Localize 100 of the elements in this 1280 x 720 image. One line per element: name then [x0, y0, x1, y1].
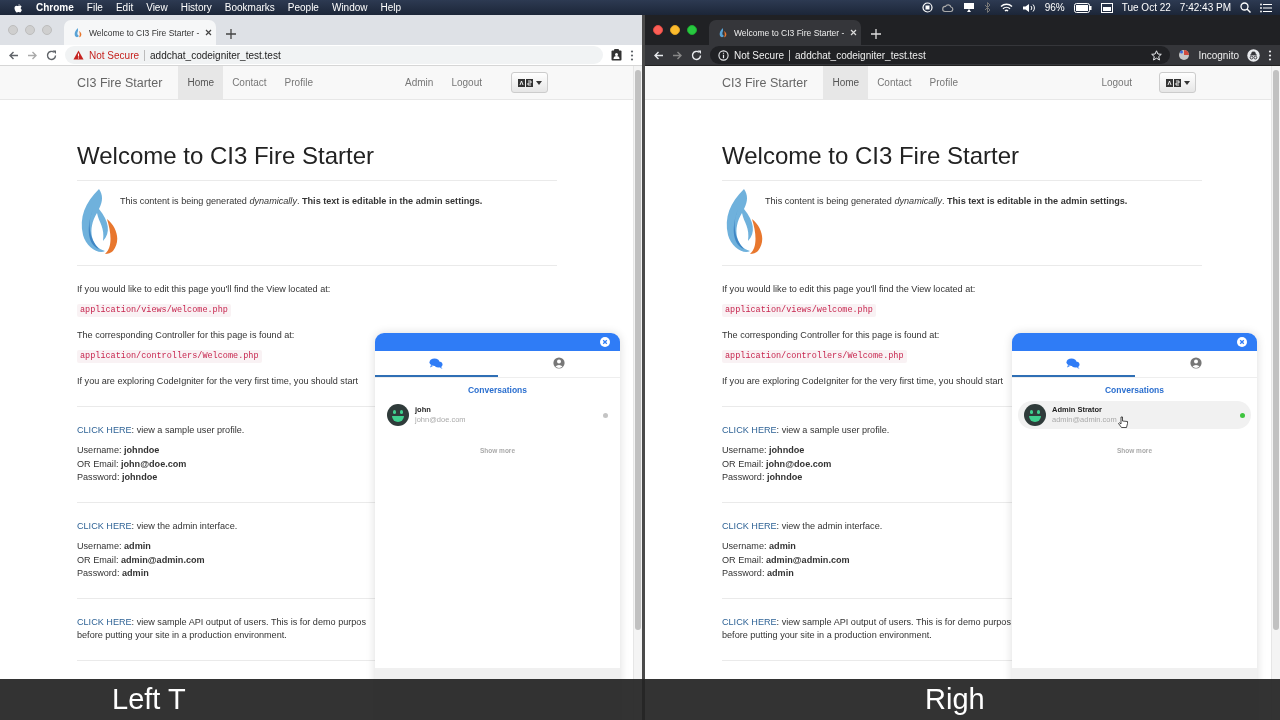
caption-text: Left T [112, 682, 186, 716]
language-button[interactable] [511, 72, 548, 93]
click-here-link[interactable]: CLICK HERE [77, 616, 132, 627]
user-icon [552, 357, 565, 369]
address-bar[interactable]: Not Secure addchat_codeigniter_test.test [710, 46, 1171, 64]
forward-icon[interactable] [672, 49, 683, 61]
menu-item[interactable]: Bookmarks [224, 2, 275, 13]
back-icon[interactable] [8, 49, 19, 61]
credential-text: OR Email: john@doe.com [77, 457, 187, 471]
reload-icon[interactable] [46, 49, 57, 61]
url-text: addchat_codeigniter_test.test [795, 49, 927, 61]
credential-text: OR Email: john@doe.com [722, 457, 832, 471]
credential-text: Password: admin [77, 567, 149, 580]
incognito-icon[interactable] [1247, 48, 1260, 62]
credential-text: OR Email: admin@admin.com [722, 553, 850, 567]
tab-title: Welcome to CI3 Fire Starter - [89, 27, 200, 38]
scrollbar-thumb[interactable] [1273, 70, 1279, 630]
intro-text: This content is being generated dynamically. This text is editable in the admin settings. [765, 195, 1128, 208]
flame-icon [72, 27, 83, 38]
extension-icon[interactable] [1178, 49, 1191, 61]
nav-link[interactable]: Home [823, 66, 869, 99]
code-path: application/controllers/Welcome.php [77, 349, 262, 363]
battery-percent: 96% [1044, 2, 1065, 13]
brand-link[interactable]: CI3 Fire Starter [77, 66, 163, 99]
clipboard-icon[interactable] [611, 49, 622, 61]
credential-text: OR Email: admin@admin.com [77, 553, 205, 567]
star-icon[interactable] [1151, 49, 1163, 61]
window-control[interactable] [670, 25, 680, 35]
info-icon [718, 49, 729, 61]
credential-text: Password: admin [722, 567, 794, 580]
bluetooth-icon[interactable] [983, 2, 991, 13]
body-text: If you are exploring CodeIgniter for the very first time, you should start [722, 375, 1004, 388]
nav-link[interactable]: Profile [920, 66, 967, 99]
nav-link[interactable]: Admin [396, 66, 443, 99]
flame-icon [717, 27, 728, 38]
menu-item[interactable]: History [180, 2, 212, 13]
body-text: The corresponding Controller for this page is found at: [77, 329, 295, 342]
caret-icon [1183, 80, 1190, 85]
record-icon[interactable] [921, 2, 933, 13]
credential-text: Username: johndoe [77, 444, 160, 457]
more-icon[interactable] [630, 49, 634, 61]
conversations-heading: Conversations [1103, 385, 1165, 395]
body-text: If you would like to edit this page you'll find the View located at: [77, 283, 331, 296]
cloud-icon[interactable] [941, 2, 954, 13]
plus-icon[interactable] [226, 29, 236, 39]
credential-text: Username: admin [77, 540, 151, 553]
menu-item[interactable]: Edit [115, 2, 134, 13]
menu-item[interactable]: Window [331, 2, 368, 13]
browser-tab[interactable]: Welcome to CI3 Fire Starter - [709, 20, 861, 45]
credential-text: Username: johndoe [722, 444, 805, 457]
warning-icon [73, 50, 84, 60]
brand-link[interactable]: CI3 Fire Starter [722, 66, 808, 99]
volume-icon[interactable] [1021, 2, 1036, 13]
click-here-link[interactable]: CLICK HERE [722, 520, 777, 531]
apple-icon[interactable] [13, 1, 23, 14]
code-path: application/views/welcome.php [77, 303, 231, 317]
language-icon [517, 78, 533, 87]
code-path: application/views/welcome.php [722, 303, 876, 317]
scrollbar-thumb[interactable] [635, 70, 641, 630]
window-control[interactable] [653, 25, 663, 35]
security-label: Not Secure [734, 49, 785, 61]
link-description: CLICK HERE: view a sample user profile. [722, 423, 890, 437]
more-icon[interactable] [1268, 49, 1272, 61]
window-control[interactable] [687, 25, 697, 35]
search-icon[interactable] [1240, 2, 1251, 13]
page-heading: Welcome to CI3 Fire Starter [722, 142, 1020, 170]
menu-item[interactable]: Help [380, 2, 402, 13]
list-icon[interactable] [1260, 2, 1272, 13]
avatar-icon [1024, 404, 1046, 426]
close-icon[interactable] [600, 337, 610, 347]
link-description: CLICK HERE: view a sample user profile. [77, 423, 245, 437]
app-menu[interactable]: Chrome [36, 2, 74, 13]
menu-item[interactable]: View [146, 2, 168, 13]
caption-text: Righ [925, 682, 985, 716]
click-here-link[interactable]: CLICK HERE [77, 520, 132, 531]
credential-text: Password: johndoe [77, 471, 158, 484]
clock-text: 7:42:43 PM [1179, 2, 1231, 13]
battery-icon[interactable] [1073, 2, 1092, 13]
nav-link[interactable]: Contact [868, 66, 921, 99]
menu-item[interactable]: People [287, 2, 319, 13]
chat-bubbles-icon [1066, 357, 1081, 369]
click-here-link[interactable]: CLICK HERE [77, 424, 132, 435]
wifi-icon[interactable] [999, 2, 1013, 13]
nav-link[interactable]: Home [178, 66, 224, 99]
close-icon[interactable] [1237, 337, 1247, 347]
nav-link[interactable]: Contact [223, 66, 276, 99]
menu-item[interactable]: File [86, 2, 103, 13]
click-here-link[interactable]: CLICK HERE [722, 424, 777, 435]
window-icon[interactable] [1100, 2, 1113, 13]
close-icon[interactable] [205, 29, 213, 36]
nav-link[interactable]: Profile [275, 66, 322, 99]
nav-link[interactable]: Logout [442, 66, 491, 99]
link-description: CLICK HERE: view the admin interface. [77, 519, 238, 533]
click-here-link[interactable]: CLICK HERE [722, 616, 777, 627]
address-bar[interactable]: Not Secure addchat_codeigniter_test.test [65, 46, 603, 64]
nav-link[interactable]: Logout [1092, 66, 1141, 99]
language-button[interactable] [1159, 72, 1196, 93]
browser-tab[interactable]: Welcome to CI3 Fire Starter - [64, 20, 216, 45]
display-icon[interactable] [962, 2, 975, 13]
caret-icon [535, 80, 542, 85]
